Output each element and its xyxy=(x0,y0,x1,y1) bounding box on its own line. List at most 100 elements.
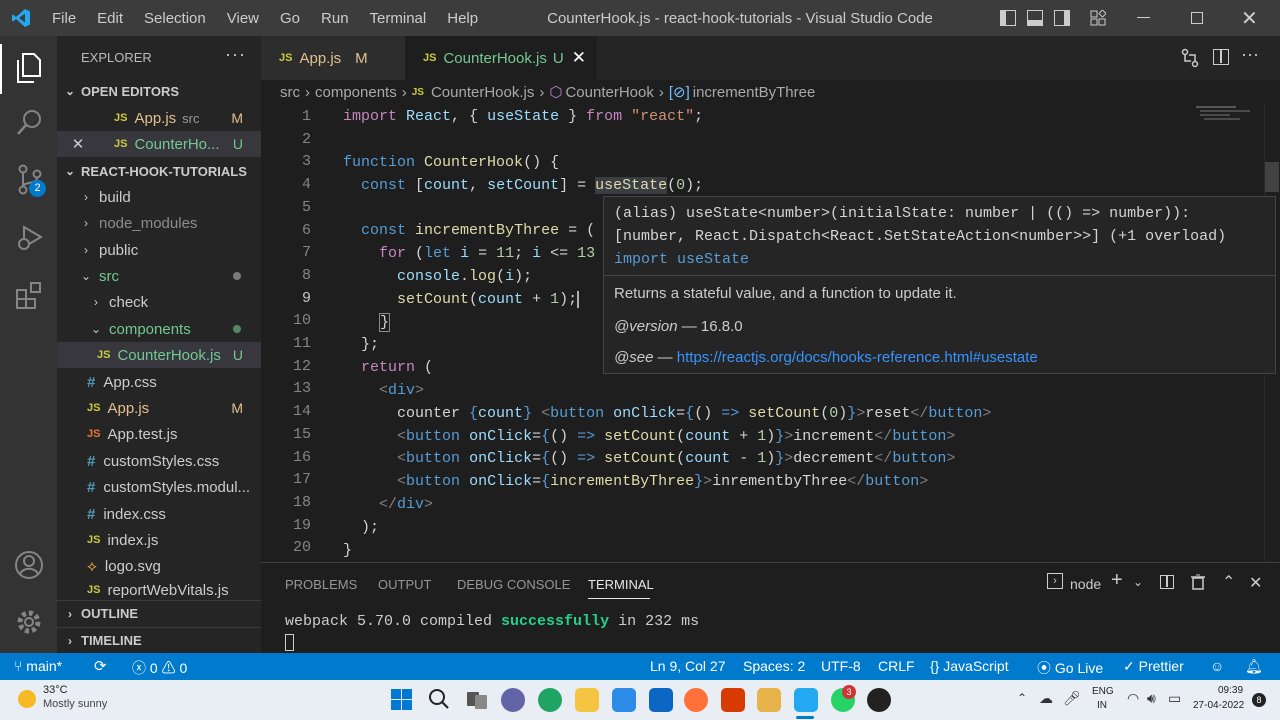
tree-folder-src[interactable]: ⌄ src xyxy=(57,263,261,289)
menu-terminal[interactable]: Terminal xyxy=(370,10,427,27)
tree-file-reportwebvitals[interactable]: JS reportWebVitals.js xyxy=(57,580,261,600)
taskbar-search-icon[interactable] xyxy=(428,688,450,710)
tab-close-icon[interactable]: ✕ xyxy=(572,48,586,68)
kill-terminal-icon[interactable] xyxy=(1191,574,1205,590)
tab-output[interactable]: OUTPUT xyxy=(378,577,431,592)
menu-go[interactable]: Go xyxy=(280,10,300,27)
tree-folder-build[interactable]: › build xyxy=(57,184,261,210)
tree-file-app-css[interactable]: # App.css xyxy=(57,369,261,395)
breadcrumb-function[interactable]: CounterHook xyxy=(565,84,653,101)
go-live[interactable]: ⦿ Go Live xyxy=(1037,658,1103,678)
open-changes-icon[interactable] xyxy=(1181,48,1199,68)
manage-gear-icon[interactable] xyxy=(14,607,44,637)
weather-temp[interactable]: 33°C xyxy=(43,684,68,696)
toggle-sidebar-icon[interactable] xyxy=(1000,10,1016,26)
close-editor-icon[interactable]: ✕ xyxy=(57,135,89,153)
menu-file[interactable]: File xyxy=(52,10,76,27)
firefox-icon[interactable] xyxy=(684,688,708,712)
edge-browser-icon[interactable] xyxy=(538,688,562,712)
docs-link[interactable]: https://reactjs.org/docs/hooks-reference… xyxy=(677,349,1038,366)
tree-folder-check[interactable]: › check xyxy=(57,289,261,315)
minimize-icon[interactable] xyxy=(1137,17,1150,18)
new-terminal-icon[interactable]: + xyxy=(1111,569,1123,592)
run-debug-icon[interactable] xyxy=(15,222,45,252)
task-view-icon[interactable] xyxy=(466,689,488,711)
sync-icon[interactable]: ⟳ xyxy=(94,657,107,675)
obs-icon[interactable] xyxy=(867,688,891,712)
tab-problems[interactable]: PROBLEMS xyxy=(285,577,357,592)
close-window-icon[interactable]: ✕ xyxy=(1241,6,1258,31)
input-language-2[interactable]: IN xyxy=(1097,700,1107,711)
tab-terminal[interactable]: TERMINAL xyxy=(588,577,654,592)
microphone-icon[interactable]: 🎤︎ xyxy=(1063,690,1081,707)
breadcrumb-src[interactable]: src xyxy=(280,84,300,101)
tray-chevron-icon[interactable]: ⌃ xyxy=(1017,691,1027,705)
cloud-icon[interactable]: ☁ xyxy=(1039,690,1053,707)
language-mode[interactable]: {} JavaScript xyxy=(930,658,1009,674)
breadcrumb-file[interactable]: CounterHook.js xyxy=(431,84,534,101)
tree-file-app-js[interactable]: JS App.js M xyxy=(57,395,261,421)
explorer-more-icon[interactable]: ··· xyxy=(225,44,246,65)
speaker-icon[interactable]: 🔊︎ xyxy=(1147,690,1156,707)
tree-file-app-test[interactable]: JS App.test.js xyxy=(57,421,261,447)
tab-counterhook-js[interactable]: JS CounterHook.js U ✕ xyxy=(405,36,597,80)
tree-folder-public[interactable]: › public xyxy=(57,237,261,263)
breadcrumb-components[interactable]: components xyxy=(315,84,397,101)
search-icon[interactable] xyxy=(16,108,44,136)
extensions-icon[interactable] xyxy=(15,280,45,310)
explorer-icon[interactable] xyxy=(14,52,42,84)
indentation[interactable]: Spaces: 2 xyxy=(743,658,805,674)
timeline-section[interactable]: › TIMELINE xyxy=(57,627,261,653)
file-explorer-icon[interactable] xyxy=(575,688,599,712)
terminal-shell-name[interactable]: node xyxy=(1070,576,1101,592)
toggle-secondary-sidebar-icon[interactable] xyxy=(1054,10,1070,26)
battery-icon[interactable]: ▭ xyxy=(1168,690,1181,707)
mail-icon[interactable] xyxy=(649,688,673,712)
wifi-icon[interactable]: ◠ xyxy=(1127,690,1139,707)
input-language-1[interactable]: ENG xyxy=(1092,686,1114,697)
tab-debug-console[interactable]: DEBUG CONSOLE xyxy=(457,577,570,592)
problems-count[interactable]: ⓧ 0 ⚠ 0 xyxy=(132,658,187,678)
customize-layout-icon[interactable] xyxy=(1090,10,1106,26)
store-icon[interactable] xyxy=(612,688,636,712)
tree-file-logo-svg[interactable]: ⟡ logo.svg xyxy=(57,553,261,579)
more-actions-icon[interactable]: ··· xyxy=(1241,44,1259,65)
outline-section[interactable]: › OUTLINE xyxy=(57,600,261,626)
clock-time[interactable]: 09:39 xyxy=(1218,685,1243,696)
office-icon[interactable] xyxy=(721,688,745,712)
tree-folder-components[interactable]: ⌄ components xyxy=(57,316,261,342)
weather-desc[interactable]: Mostly sunny xyxy=(43,698,107,710)
menu-edit[interactable]: Edit xyxy=(97,10,123,27)
split-terminal-icon[interactable] xyxy=(1160,575,1174,589)
git-branch[interactable]: ⑂ main* xyxy=(14,658,62,674)
tree-folder-node-modules[interactable]: › node_modules xyxy=(57,210,261,236)
project-section[interactable]: ⌄ REACT-HOOK-TUTORIALS xyxy=(57,158,261,184)
tree-file-customstyles-css[interactable]: # customStyles.css xyxy=(57,448,261,474)
toggle-panel-icon[interactable] xyxy=(1027,10,1043,26)
open-editor-counterhook[interactable]: ✕ JS CounterHo... U xyxy=(57,131,261,157)
clock-date[interactable]: 27-04-2022 xyxy=(1193,700,1244,711)
sourcetree-icon[interactable] xyxy=(757,688,781,712)
menu-help[interactable]: Help xyxy=(447,10,478,27)
encoding[interactable]: UTF-8 xyxy=(821,658,861,674)
split-editor-icon[interactable] xyxy=(1213,49,1229,65)
restore-icon[interactable] xyxy=(1191,12,1203,24)
chat-icon[interactable] xyxy=(501,688,525,712)
accounts-icon[interactable] xyxy=(14,550,44,580)
menu-view[interactable]: View xyxy=(227,10,259,27)
open-editors-section[interactable]: ⌄ OPEN EDITORS xyxy=(57,78,261,104)
tree-file-customstyles-module[interactable]: # customStyles.modul... xyxy=(57,474,261,500)
close-panel-icon[interactable]: ✕ xyxy=(1249,573,1262,593)
start-windows-icon[interactable] xyxy=(391,689,412,710)
feedback-icon[interactable]: ☺ xyxy=(1210,658,1224,674)
maximize-panel-icon[interactable]: ⌃ xyxy=(1222,572,1235,592)
cursor-position[interactable]: Ln 9, Col 27 xyxy=(650,658,726,674)
tab-app-js[interactable]: JS App.js M xyxy=(261,36,405,80)
tree-file-index-css[interactable]: # index.css xyxy=(57,501,261,527)
prettier[interactable]: ✓ Prettier xyxy=(1123,658,1184,675)
open-editor-app-js[interactable]: JS App.js src M xyxy=(57,105,261,131)
tree-file-index-js[interactable]: JS index.js xyxy=(57,527,261,553)
minimap[interactable] xyxy=(1196,104,1266,134)
menu-run[interactable]: Run xyxy=(321,10,349,27)
notifications-bell-icon[interactable]: 🔔︎ xyxy=(1245,658,1263,675)
